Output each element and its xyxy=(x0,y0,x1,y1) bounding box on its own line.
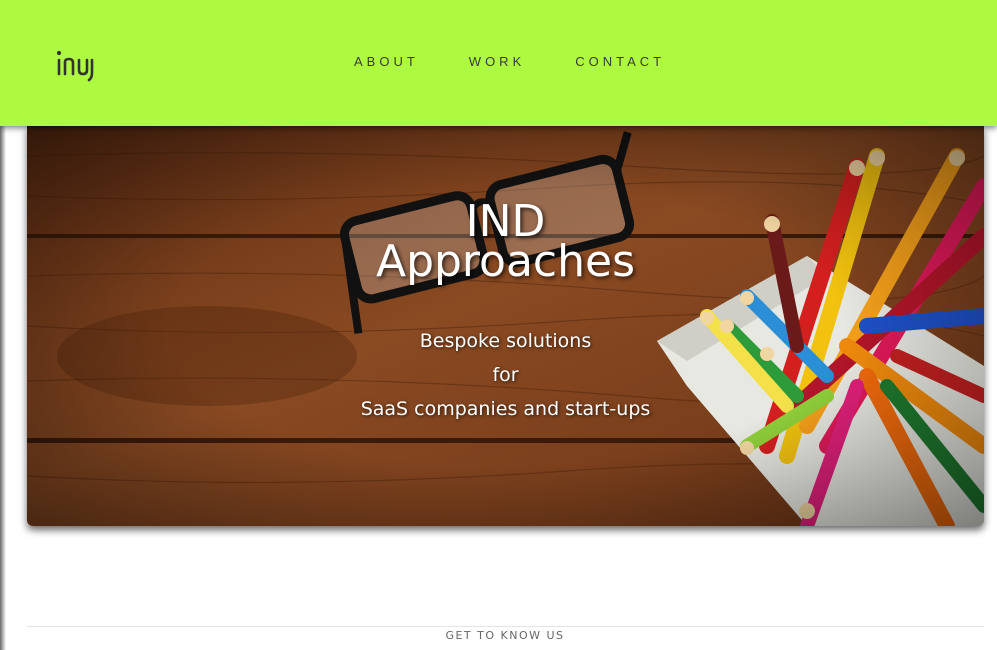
left-edge-shadow xyxy=(0,120,6,650)
hero-title-line-2: Approaches xyxy=(375,236,636,287)
section-heading-get-to-know-us: GET TO KNOW US xyxy=(445,629,565,642)
hero-subtitle-line-3: SaaS companies and start-ups xyxy=(360,398,651,420)
hero-banner: IND Approaches Bespoke solutions for Saa… xyxy=(27,126,984,526)
page: ABOUT WORK CONTACT IND Approaches Bespok… xyxy=(0,0,997,650)
nav-work-link[interactable]: WORK xyxy=(469,54,525,69)
nav-contact-link[interactable]: CONTACT xyxy=(575,54,665,69)
logo[interactable] xyxy=(54,48,98,82)
hero-subtitle: Bespoke solutions for SaaS companies and… xyxy=(27,324,984,426)
main-nav: ABOUT WORK CONTACT xyxy=(354,54,715,69)
nav-about-link[interactable]: ABOUT xyxy=(354,54,419,69)
hero-title: IND Approaches xyxy=(27,200,984,287)
section-divider xyxy=(27,626,984,627)
hero-subtitle-line-1: Bespoke solutions xyxy=(419,330,592,352)
hero-subtitle-line-2: for xyxy=(492,364,519,386)
logo-mark-icon xyxy=(56,50,94,82)
top-navbar: ABOUT WORK CONTACT xyxy=(0,0,997,126)
